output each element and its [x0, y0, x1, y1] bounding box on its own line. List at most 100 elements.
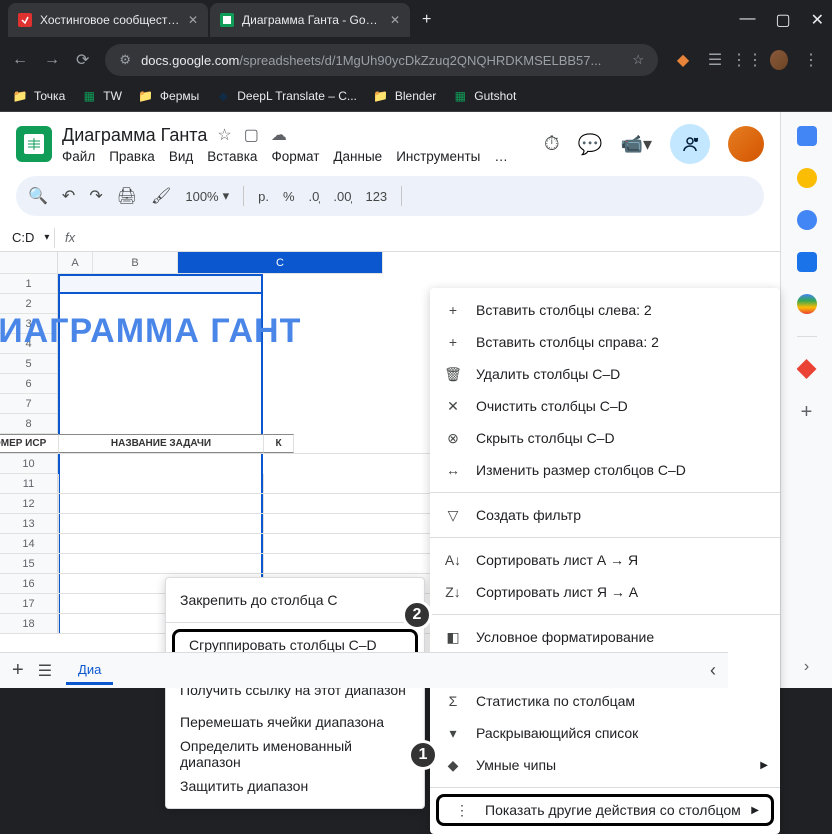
extensions-button[interactable]: ⋮⋮	[738, 51, 756, 69]
reload-button[interactable]: ⟳	[76, 50, 89, 70]
addon-icon[interactable]	[797, 359, 817, 379]
calendar-icon[interactable]	[797, 126, 817, 146]
col-header-selected[interactable]: C	[178, 252, 383, 274]
formula-bar[interactable]	[85, 224, 776, 251]
percent-button[interactable]: %	[283, 189, 295, 204]
row-header[interactable]: 1	[0, 274, 58, 294]
bookmark-item[interactable]: ▦TW	[81, 88, 122, 104]
cell[interactable]: 1.2	[0, 514, 59, 533]
row-header[interactable]: 10	[0, 454, 58, 474]
extension-icon[interactable]: ☰	[706, 51, 724, 69]
select-all-corner[interactable]	[0, 252, 58, 274]
cell[interactable]: 1.1	[0, 494, 59, 513]
menu-item[interactable]: +Вставить столбцы справа: 2	[430, 326, 780, 358]
cell[interactable]: 1.5	[0, 614, 59, 633]
menu-item[interactable]: A↓Сортировать лист А → Я	[430, 544, 780, 576]
maximize-button[interactable]: ▢	[775, 10, 790, 30]
bookmark-item[interactable]: ▦Gutshot	[452, 88, 516, 104]
close-button[interactable]: ✕	[811, 10, 824, 30]
name-box[interactable]: C:D▾	[4, 230, 54, 245]
menu-button[interactable]: ⋮	[802, 51, 820, 69]
menu-insert[interactable]: Вставка	[207, 149, 257, 164]
row-header[interactable]: 6	[0, 374, 58, 394]
bookmark-item[interactable]: 📁Точка	[12, 88, 65, 104]
menu-tools[interactable]: Инструменты	[396, 149, 480, 164]
menu-file[interactable]: Файл	[62, 149, 95, 164]
sheets-logo[interactable]	[16, 126, 52, 162]
hide-panel-button[interactable]: ›	[804, 658, 809, 676]
move-icon[interactable]: ▢	[244, 125, 259, 145]
menu-item[interactable]: Закрепить до столбца C	[166, 584, 424, 616]
zoom-selector[interactable]: 100% ▾	[185, 188, 229, 204]
account-avatar[interactable]	[728, 126, 764, 162]
menu-item[interactable]: ◆Умные чипы▶	[430, 749, 780, 781]
sheet-tab[interactable]: Диа	[66, 657, 113, 685]
search-icon[interactable]: 🔍	[28, 186, 48, 206]
share-button[interactable]	[670, 124, 710, 164]
menu-item[interactable]: +Вставить столбцы слева: 2	[430, 294, 780, 326]
row-header[interactable]: 8	[0, 414, 58, 434]
menu-item[interactable]: ▽Создать фильтр	[430, 499, 780, 531]
extension-icon[interactable]: ◆	[674, 51, 692, 69]
profile-avatar[interactable]	[770, 51, 788, 69]
new-tab-button[interactable]: +	[412, 11, 441, 29]
maps-icon[interactable]	[797, 294, 817, 314]
doc-title[interactable]: Диаграмма Ганта	[62, 125, 207, 146]
history-icon[interactable]: ⏱	[544, 133, 560, 156]
star-icon[interactable]: ☆	[217, 125, 231, 145]
add-sheet-button[interactable]: +	[12, 659, 24, 682]
cell[interactable]: 1.3	[0, 574, 59, 593]
keep-icon[interactable]	[797, 168, 817, 188]
redo-icon[interactable]: ↷	[89, 186, 102, 206]
menu-item[interactable]: Определить именованный диапазон	[166, 738, 424, 770]
menu-item[interactable]: ▾Раскрывающийся список	[430, 717, 780, 749]
address-bar[interactable]: ⚙ docs.google.com/spreadsheets/d/1MgUh90…	[105, 44, 658, 76]
menu-item[interactable]: 🗑Удалить столбцы C–D	[430, 358, 780, 390]
explore-button[interactable]: ‹	[710, 660, 716, 681]
contacts-icon[interactable]	[797, 252, 817, 272]
close-icon[interactable]: ✕	[188, 13, 198, 27]
format-number-button[interactable]: 123	[365, 189, 387, 204]
menu-item[interactable]: ⋮Показать другие действия со столбцом▶	[436, 794, 774, 826]
browser-tab[interactable]: Хостинговое сообщество «Tim ✕	[8, 3, 208, 37]
currency-button[interactable]: р.	[258, 189, 269, 204]
tasks-icon[interactable]	[797, 210, 817, 230]
menu-format[interactable]: Формат	[271, 149, 319, 164]
get-addons-button[interactable]: +	[801, 401, 813, 424]
forward-button[interactable]: →	[44, 51, 60, 69]
increase-decimal-button[interactable]: .00̩	[333, 189, 351, 204]
meet-icon[interactable]: 📹▾	[621, 134, 652, 155]
cell[interactable]: 1	[0, 474, 59, 493]
menu-view[interactable]: Вид	[169, 149, 193, 164]
menu-item[interactable]: ⊗Скрыть столбцы C–D	[430, 422, 780, 454]
menu-item[interactable]: Z↓Сортировать лист Я → А	[430, 576, 780, 608]
cloud-icon[interactable]: ☁	[271, 125, 287, 145]
cell[interactable]: 1.3	[0, 554, 59, 573]
menu-more[interactable]: …	[494, 149, 508, 164]
row-header[interactable]: 2	[0, 294, 58, 314]
menu-edit[interactable]: Правка	[109, 149, 155, 164]
browser-tab-active[interactable]: Диаграмма Ганта - Google Таб ✕	[210, 3, 410, 37]
menu-item[interactable]: ↔Изменить размер столбцов C–D	[430, 454, 780, 486]
star-icon[interactable]: ☆	[632, 52, 644, 68]
row-header[interactable]: 5	[0, 354, 58, 374]
back-button[interactable]: ←	[12, 51, 28, 69]
print-icon[interactable]: 🖨	[117, 186, 137, 206]
menu-item[interactable]: ◧Условное форматирование	[430, 621, 780, 653]
col-header[interactable]: B	[93, 252, 178, 274]
row-header[interactable]: 7	[0, 394, 58, 414]
undo-icon[interactable]: ↶	[62, 186, 75, 206]
minimize-button[interactable]: —	[739, 10, 755, 30]
menu-item[interactable]: ΣСтатистика по столбцам	[430, 685, 780, 717]
bookmark-item[interactable]: 📁Blender	[373, 88, 436, 104]
site-settings-icon[interactable]: ⚙	[119, 52, 131, 68]
close-icon[interactable]: ✕	[390, 13, 400, 27]
col-header[interactable]: A	[58, 252, 93, 274]
paint-format-icon[interactable]: 🖌	[151, 186, 171, 206]
menu-item[interactable]: ✕Очистить столбцы C–D	[430, 390, 780, 422]
comment-icon[interactable]: 💬	[578, 132, 603, 157]
all-sheets-button[interactable]: ☰	[38, 661, 52, 681]
decrease-decimal-button[interactable]: .0̩	[309, 189, 320, 204]
menu-item[interactable]: Защитить диапазон	[166, 770, 424, 802]
menu-item[interactable]: Перемешать ячейки диапазона	[166, 706, 424, 738]
